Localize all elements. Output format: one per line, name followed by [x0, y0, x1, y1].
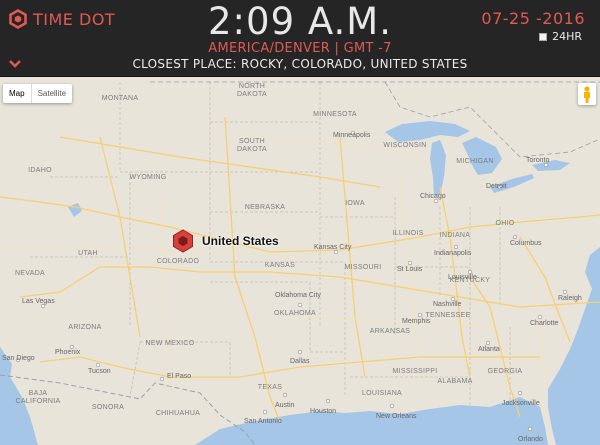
location-marker[interactable] [170, 228, 196, 254]
city-phoenix: Phoenix [55, 349, 81, 356]
label-missouri: MISSOURI [344, 264, 381, 271]
label-iowa: IOWA [345, 200, 365, 207]
label-oklahoma: OKLAHOMA [274, 310, 316, 317]
city-indianapolis: Indianapolis [434, 250, 472, 257]
city-jacksonville: Jacksonville [502, 400, 540, 407]
city-chicago: Chicago [420, 193, 446, 200]
label-alabama: ALABAMA [437, 378, 472, 385]
street-view-pegman[interactable] [578, 83, 596, 105]
svg-text:DAKOTA: DAKOTA [237, 91, 267, 98]
map-button[interactable]: Map [3, 84, 31, 103]
label-colorado: COLORADO [157, 258, 200, 265]
label-arizona: ARIZONA [68, 324, 101, 331]
city-austin: Austin [275, 402, 295, 409]
city-minneapolis: Minneapolis [333, 132, 371, 139]
map-canvas[interactable]: MONTANA NORTH DAKOTA MINNESOTA SOUTH DAK… [0, 77, 600, 445]
label-ohio: OHIO [495, 220, 514, 227]
pegman-icon [584, 86, 590, 103]
city-tucson: Tucson [88, 368, 111, 375]
hexagon-marker-icon [173, 229, 193, 253]
current-date: 07-25 -2016 [481, 9, 585, 28]
city-orlando: Orlando [518, 436, 543, 443]
city-columbus: Columbus [510, 240, 542, 247]
city-louisville: Louisville [448, 274, 477, 281]
label-indiana: INDIANA [440, 232, 471, 239]
world-map[interactable]: MONTANA NORTH DAKOTA MINNESOTA SOUTH DAK… [0, 77, 600, 445]
header-bar: TIME DOT 2:09 A.M. AMERICA/DENVER | GMT … [0, 0, 600, 77]
label-kansas: KANSAS [265, 262, 295, 269]
city-san-diego: San Diego [2, 355, 35, 362]
label-north-dakota: NORTH [239, 83, 265, 90]
city-nashville: Nashville [433, 301, 462, 308]
city-dallas: Dallas [290, 358, 310, 365]
label-utah: UTAH [78, 250, 98, 257]
city-detroit: Detroit [486, 183, 507, 190]
city-toronto: Toronto [526, 157, 549, 164]
timezone-label: AMERICA/DENVER | GMT -7 [208, 41, 392, 56]
label-baja: BAJA [29, 390, 48, 397]
svg-text:DAKOTA: DAKOTA [237, 146, 267, 153]
city-atlanta: Atlanta [478, 346, 500, 353]
city-kansas-city: Kansas City [314, 244, 352, 251]
label-texas: TEXAS [258, 384, 282, 391]
city-el-paso: El Paso [167, 373, 191, 380]
label-chihuahua: CHIHUAHUA [156, 410, 200, 417]
24hr-checkbox[interactable] [539, 32, 548, 41]
city-memphis: Memphis [402, 318, 431, 325]
label-nevada: NEVADA [15, 270, 45, 277]
city-st-louis: St Louis [397, 266, 423, 273]
label-illinois: ILLINOIS [392, 230, 423, 237]
label-minnesota: MINNESOTA [313, 111, 357, 118]
label-nebraska: NEBRASKA [245, 204, 286, 211]
chevron-down-icon[interactable] [8, 59, 22, 69]
city-houston: Houston [310, 408, 336, 415]
24hr-toggle[interactable]: 24HR [539, 30, 582, 43]
closest-place-label: CLOSEST PLACE: ROCKY, COLORADO, UNITED S… [132, 57, 468, 71]
city-san-antonio: San Antonio [244, 418, 282, 425]
label-louisiana: LOUISIANA [362, 390, 402, 397]
map-type-control[interactable]: Map Satellite [3, 84, 73, 103]
city-charlotte: Charlotte [530, 320, 559, 327]
label-tennessee: TENNESSEE [425, 312, 470, 319]
label-montana: MONTANA [102, 95, 139, 102]
satellite-button[interactable]: Satellite [30, 84, 72, 103]
label-south-dakota: SOUTH [239, 138, 265, 145]
label-new-mexico: NEW MEXICO [146, 340, 195, 347]
label-arkansas: ARKANSAS [370, 328, 411, 335]
label-mississippi: MISSISSIPPI [393, 368, 438, 375]
label-georgia: GEORGIA [488, 368, 523, 375]
label-idaho: IDAHO [28, 167, 52, 174]
label-michigan: MICHIGAN [456, 158, 493, 165]
label-wisconsin: WISCONSIN [383, 142, 426, 149]
city-raleigh: Raleigh [558, 295, 582, 302]
label-sonora: SONORA [92, 404, 124, 411]
label-wyoming: WYOMING [129, 174, 166, 181]
city-las-vegas: Las Vegas [22, 298, 55, 305]
city-oklahoma-city: Oklahoma City [275, 292, 321, 299]
marker-label: United States [202, 234, 279, 248]
svg-text:CALIFORNIA: CALIFORNIA [15, 398, 60, 405]
24hr-label: 24HR [552, 30, 582, 43]
city-new-orleans: New Orleans [376, 413, 417, 420]
